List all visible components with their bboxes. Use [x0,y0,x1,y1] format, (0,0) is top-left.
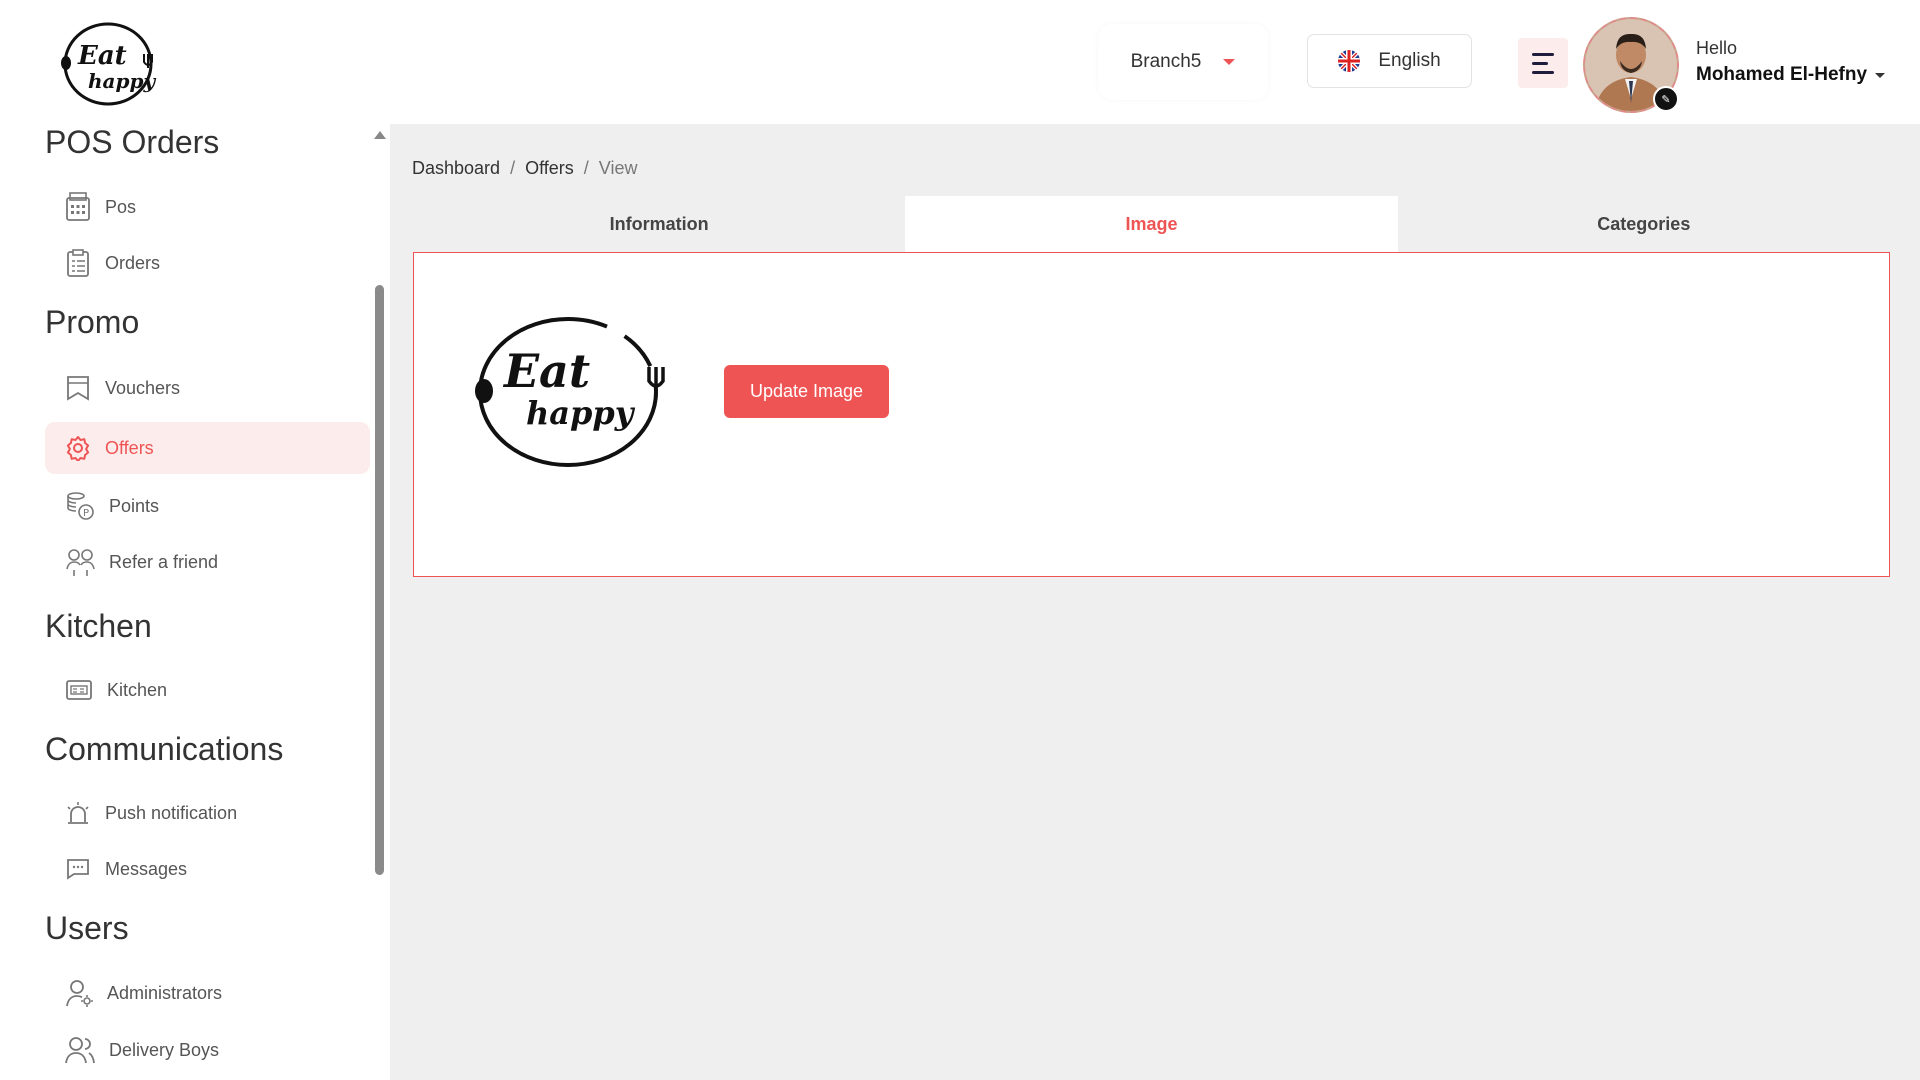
section-title-users: Users [45,910,129,946]
sidebar-item-pos[interactable]: Pos [45,181,370,233]
chevron-down-icon [1875,72,1886,78]
section-title-pos-orders: POS Orders [45,124,220,160]
voucher-icon [67,376,89,401]
breadcrumb-separator: / [583,158,589,178]
chevron-down-icon [1223,59,1236,65]
svg-text:Eat: Eat [77,41,127,71]
language-selector[interactable]: English [1307,34,1472,88]
sidebar-item-points[interactable]: P Points [45,480,370,532]
sidebar-item-label: Push notification [105,802,238,823]
sidebar-item-label: Messages [105,858,188,879]
top-bar: Eat happy Branch5 English ✎ Hello Mohame… [0,0,1920,124]
tab-categories[interactable]: Categories [1397,196,1890,252]
sidebar-item-label: Refer a friend [109,551,219,572]
menu-toggle-button[interactable] [1518,38,1568,88]
sidebar-item-offers[interactable]: Offers [45,422,370,474]
user-menu[interactable]: Mohamed El-Hefny [1696,64,1886,86]
sidebar-item-messages[interactable]: Messages [45,843,370,895]
hamburger-icon [1532,52,1554,56]
delivery-icon [65,1037,95,1064]
update-image-button[interactable]: Update Image [724,365,889,418]
pos-icon [66,192,90,221]
message-icon [67,859,89,880]
brand-logo[interactable]: Eat happy [56,16,166,110]
admin-icon [66,980,93,1007]
kitchen-icon [66,680,92,700]
logo-text-eat: Eat [502,344,590,398]
sidebar-item-vouchers[interactable]: Vouchers [45,362,370,414]
spoon-icon [475,379,493,403]
sidebar-item-label: Kitchen [107,679,168,700]
sidebar-item-label: Administrators [107,982,223,1003]
section-title-promo: Promo [45,304,140,340]
language-label: English [1378,50,1441,71]
logo-text-happy: happy [526,394,636,432]
section-title-communications: Communications [45,731,284,767]
tab-bar: Information Image Categories [413,196,1890,252]
section-title-kitchen: Kitchen [45,608,152,644]
sidebar-item-refer-a-friend[interactable]: Refer a friend [45,536,370,588]
svg-text:happy: happy [88,69,156,93]
sidebar-item-label: Pos [105,196,137,217]
sidebar-item-orders[interactable]: Orders [45,237,370,289]
sidebar-item-push-notification[interactable]: Push notification [45,787,370,839]
sidebar-item-label: Delivery Boys [109,1039,220,1060]
user-name: Mohamed El-Hefny [1696,64,1868,85]
greeting-text: Hello [1696,38,1738,58]
sidebar-item-label: Orders [105,252,161,273]
svg-text:P: P [83,508,89,519]
sidebar-item-administrators[interactable]: Administrators [45,967,370,1019]
sidebar: POS Orders Pos Orders Promo Vouchers Off… [0,124,390,1080]
sidebar-item-delivery-boys[interactable]: Delivery Boys [45,1024,370,1076]
breadcrumb-dashboard[interactable]: Dashboard [412,158,500,179]
branch-label: Branch5 [1130,51,1202,72]
sidebar-item-label: Offers [105,437,154,458]
breadcrumb-offers[interactable]: Offers [525,158,574,179]
sidebar-item-kitchen[interactable]: Kitchen [45,664,370,716]
gear-icon [66,436,90,461]
edit-avatar-icon[interactable]: ✎ [1653,86,1679,112]
breadcrumb: Dashboard / Offers / View [412,158,637,179]
fork-icon [647,367,665,397]
breadcrumb-separator: / [510,158,516,178]
users-share-icon [66,549,95,576]
tab-information[interactable]: Information [413,196,906,252]
bell-icon [67,802,89,824]
branch-selector[interactable]: Branch5 [1098,24,1268,100]
sidebar-item-label: Vouchers [105,377,181,398]
scroll-up-arrow-icon[interactable] [374,131,386,139]
breadcrumb-current: View [598,158,638,178]
tab-image[interactable]: Image [905,196,1398,252]
sidebar-scrollbar[interactable] [375,285,384,875]
sidebar-item-label: Points [109,495,160,516]
uk-flag-icon [1338,50,1361,72]
offer-image-preview: Eat happy [470,312,670,472]
coins-icon: P [67,492,94,520]
orders-icon [67,249,89,277]
